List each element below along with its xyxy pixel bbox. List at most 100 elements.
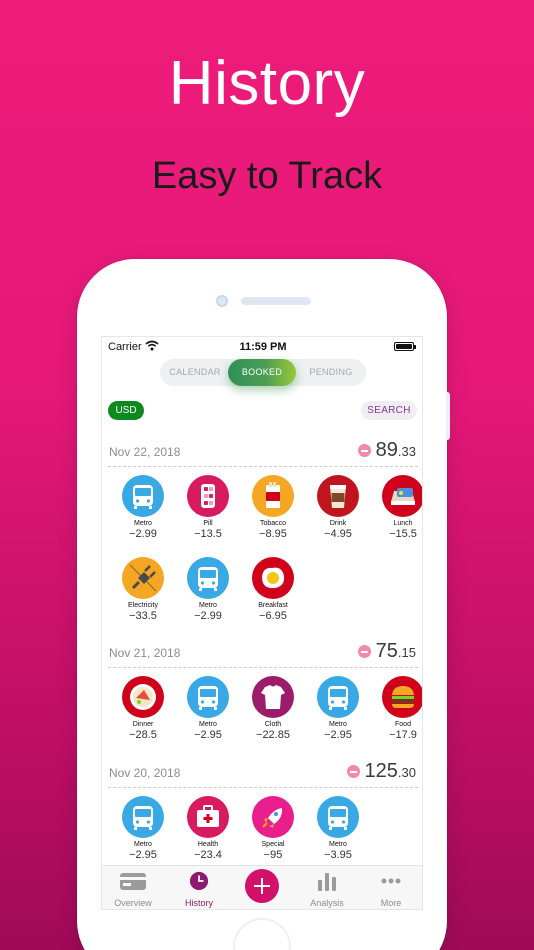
view-segmented-control: CALENDAR PENDING BOOKED — [160, 359, 366, 386]
expense-amount: −6.95 — [259, 610, 287, 622]
health-icon — [187, 796, 229, 838]
expense-category: Metro — [134, 520, 152, 527]
expense-item[interactable]: Lunch −15.5 — [372, 475, 422, 540]
day-group: Nov 21, 2018 75.15 Dinner −28.5 Metro −2.95 Cl… — [102, 640, 422, 741]
divider — [108, 466, 418, 467]
speaker-grille — [241, 297, 311, 305]
expense-item[interactable]: Metro −3.95 — [307, 796, 369, 861]
pill-icon — [187, 475, 229, 517]
drink-icon — [317, 475, 359, 517]
day-group: Nov 20, 2018 125.30 Metro −2.95 Health −23.4 S… — [102, 760, 422, 861]
tab-overview[interactable]: Overview — [103, 871, 163, 908]
expense-item[interactable]: Metro −2.95 — [307, 676, 369, 741]
expense-category: Metro — [199, 721, 217, 728]
expense-amount: −17.9 — [389, 729, 417, 741]
metro-icon — [187, 557, 229, 599]
tab-analysis-label: Analysis — [310, 898, 344, 908]
expense-category: Electricity — [128, 602, 158, 609]
expense-category: Food — [395, 721, 411, 728]
expense-amount: −4.95 — [324, 528, 352, 540]
day-date: Nov 21, 2018 — [109, 646, 181, 660]
expense-item[interactable]: Electricity −33.5 — [112, 557, 174, 622]
expense-item[interactable]: Food −17.9 — [372, 676, 422, 741]
hero-subtitle: Easy to Track — [151, 155, 383, 197]
expense-category: Health — [197, 841, 219, 848]
expense-amount: −28.5 — [129, 729, 157, 741]
tab-booked[interactable]: BOOKED — [228, 359, 296, 386]
expense-item[interactable]: Metro −2.99 — [112, 475, 174, 540]
tab-more-label: More — [380, 898, 402, 908]
clock: 11:59 PM — [239, 341, 287, 353]
expense-item[interactable]: Metro −2.95 — [112, 796, 174, 861]
expense-item[interactable]: Health −23.4 — [177, 796, 239, 861]
expense-category: Metro — [134, 841, 152, 848]
metro-icon — [317, 676, 359, 718]
expense-item[interactable]: Metro −2.99 — [177, 557, 239, 622]
phone-side-button — [446, 392, 450, 440]
minus-icon — [358, 444, 371, 457]
divider — [108, 787, 418, 788]
card-icon — [120, 873, 146, 890]
day-total: 125.30 — [364, 760, 416, 782]
plug-icon — [122, 557, 164, 599]
tab-history[interactable]: History — [169, 871, 229, 908]
expense-category: Drink — [329, 520, 347, 527]
expense-item[interactable]: Breakfast −6.95 — [242, 557, 304, 622]
expense-item[interactable]: Dinner −28.5 — [112, 676, 174, 741]
lunch-icon — [382, 475, 422, 517]
more-dots-icon — [381, 878, 401, 884]
day-header: Nov 20, 2018 125.30 — [102, 760, 422, 788]
day-total: 89.33 — [375, 439, 416, 461]
minus-icon — [347, 765, 360, 778]
expense-category: Metro — [199, 602, 217, 609]
expense-amount: −3.95 — [324, 849, 352, 861]
day-date: Nov 20, 2018 — [109, 766, 181, 780]
expense-amount: −15.5 — [389, 528, 417, 540]
search-button[interactable]: SEARCH — [361, 401, 417, 420]
day-header: Nov 21, 2018 75.15 — [102, 640, 422, 668]
dinner-icon — [122, 676, 164, 718]
expense-item[interactable]: Metro −2.95 — [177, 676, 239, 741]
app-screen: Carrier 11:59 PM CALENDAR PENDING BOOKED… — [101, 336, 423, 910]
day-header: Nov 22, 2018 89.33 — [102, 439, 422, 467]
divider — [108, 667, 418, 668]
tab-pending[interactable]: PENDING — [296, 359, 366, 386]
minus-icon — [358, 645, 371, 658]
currency-button[interactable]: USD — [108, 401, 144, 420]
tab-bar: Overview History Analysis More — [102, 865, 422, 909]
expense-amount: −13.5 — [194, 528, 222, 540]
expense-amount: −2.95 — [324, 729, 352, 741]
tab-analysis[interactable]: Analysis — [297, 871, 357, 908]
expense-item[interactable]: Cloth −22.85 — [242, 676, 304, 741]
expense-category: Breakfast — [258, 602, 288, 609]
expense-category: Dinner — [132, 721, 154, 728]
expense-category: Pill — [203, 520, 213, 527]
tab-calendar[interactable]: CALENDAR — [160, 359, 230, 386]
expense-item[interactable]: Drink −4.95 — [307, 475, 369, 540]
bar-chart-icon — [318, 873, 336, 891]
tobacco-icon — [252, 475, 294, 517]
tab-more[interactable]: More — [361, 871, 421, 908]
expense-category: Metro — [329, 841, 347, 848]
status-bar: Carrier 11:59 PM — [102, 337, 422, 357]
burger-icon — [382, 676, 422, 718]
expense-category: Cloth — [264, 721, 282, 728]
expense-amount: −33.5 — [129, 610, 157, 622]
camera-icon — [216, 295, 228, 307]
expense-item[interactable]: Tobacco −8.95 — [242, 475, 304, 540]
expense-amount: −2.95 — [129, 849, 157, 861]
day-total: 75.15 — [375, 640, 416, 662]
expense-item[interactable]: Special −95 — [242, 796, 304, 861]
tab-overview-label: Overview — [114, 898, 152, 908]
expense-category: Lunch — [393, 520, 413, 527]
expense-item[interactable]: Pill −13.5 — [177, 475, 239, 540]
add-expense-button[interactable] — [245, 869, 279, 903]
tab-history-label: History — [184, 898, 213, 908]
metro-icon — [122, 475, 164, 517]
expense-category: Special — [261, 841, 285, 848]
day-group: Nov 22, 2018 89.33 Metro −2.99 Pill −13.5 Toba… — [102, 439, 422, 622]
expense-category: Metro — [329, 721, 347, 728]
expense-amount: −2.99 — [129, 528, 157, 540]
metro-icon — [317, 796, 359, 838]
expense-amount: −8.95 — [259, 528, 287, 540]
